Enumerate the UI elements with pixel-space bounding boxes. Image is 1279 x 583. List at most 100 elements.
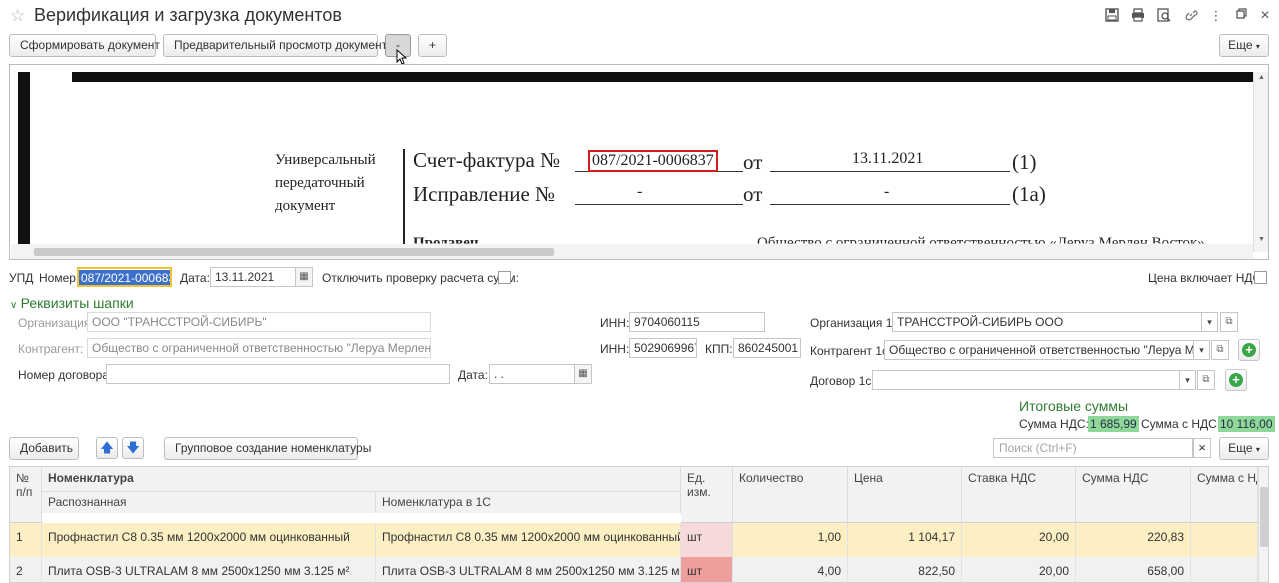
totals-title: Итоговые суммы <box>1019 398 1129 414</box>
cell-vat-rate[interactable]: 20,00 <box>962 557 1076 582</box>
col-header-price[interactable]: Цена <box>848 467 962 523</box>
correction-number: - <box>637 183 643 200</box>
save-icon[interactable] <box>1104 8 1120 24</box>
cell-nomenclature-1c[interactable]: Плита OSB-3 ULTRALAM 8 мм 2500x1250 мм 3… <box>376 557 681 582</box>
scroll-up-icon[interactable]: ▲ <box>1258 74 1265 81</box>
restore-icon[interactable] <box>1233 8 1249 24</box>
cell-nomenclature-1c[interactable]: Профнастил С8 0.35 мм 1200x2000 мм оцинк… <box>376 523 681 557</box>
date-input[interactable]: 13.11.2021 <box>210 267 296 287</box>
link-icon[interactable] <box>1183 8 1199 24</box>
organization-label: Организация: <box>18 316 94 330</box>
col-header-unit[interactable]: Ед. изм. <box>681 467 733 523</box>
disable-check-checkbox[interactable] <box>498 271 511 284</box>
requisites-section-toggle[interactable]: ∨ Реквизиты шапки <box>10 295 134 311</box>
table-more-button[interactable]: Еще ▾ <box>1219 437 1269 460</box>
table-row[interactable]: 1 Профнастил С8 0.35 мм 1200x2000 мм оци… <box>10 523 1268 557</box>
col-header-nomenclature[interactable]: Номенклатура <box>42 467 681 491</box>
cell-vat-rate[interactable]: 20,00 <box>962 523 1076 557</box>
cell-total[interactable] <box>1191 523 1258 557</box>
cell-price[interactable]: 1 104,17 <box>848 523 962 557</box>
total-label: Сумма с НДС: <box>1141 417 1221 431</box>
col-header-nomenclature-1c[interactable]: Номенклатура в 1С <box>376 491 681 513</box>
cell-recognized: Профнастил С8 0.35 мм 1200x2000 мм оцинк… <box>42 523 376 557</box>
add-contract-button[interactable]: + <box>1225 369 1247 391</box>
table-row[interactable]: 2 Плита OSB-3 ULTRALAM 8 мм 2500x1250 мм… <box>10 557 1268 582</box>
cell-no: 2 <box>10 557 42 582</box>
open-icon[interactable]: ⧉ <box>1220 312 1238 332</box>
col-header-text: Ед. <box>687 471 706 485</box>
underline <box>770 171 1010 172</box>
calendar-icon[interactable]: ▦ <box>295 267 313 287</box>
contractor-1c-select[interactable]: Общество с ограниченной ответственностью… <box>884 340 1194 360</box>
contract-date-input[interactable]: . . <box>489 364 575 384</box>
scroll-down-icon[interactable]: ▼ <box>1258 236 1265 243</box>
organization-1c-label: Организация 1с: <box>810 316 902 330</box>
favorite-star-icon[interactable]: ☆ <box>10 6 25 26</box>
open-icon[interactable]: ⧉ <box>1197 370 1215 390</box>
cell-vat-sum[interactable]: 220,83 <box>1076 523 1191 557</box>
generate-document-button[interactable]: Сформировать документ <box>9 34 160 57</box>
contract-number-label: Номер договора: <box>18 368 113 382</box>
add-row-button[interactable]: Добавить <box>9 437 79 460</box>
col-header-no[interactable]: № п/п <box>10 467 42 523</box>
cell-vat-sum[interactable]: 658,00 <box>1076 557 1191 582</box>
cell-price[interactable]: 822,50 <box>848 557 962 582</box>
contract-1c-select[interactable] <box>872 370 1180 390</box>
col-header-vat-sum[interactable]: Сумма НДС <box>1076 467 1191 523</box>
vertical-scrollbar[interactable]: ▲ ▼ <box>1253 72 1268 252</box>
correction-label: Исправление № <box>413 182 556 206</box>
number-value: 087/2021-000683 <box>79 270 170 285</box>
invoice-label: Счет-фактура № <box>413 148 561 172</box>
horizontal-scrollbar-thumb[interactable] <box>34 248 554 256</box>
chevron-down-icon[interactable]: ▾ <box>1202 312 1218 332</box>
scan-edge <box>72 72 1254 82</box>
doc-type-line: Универсальный <box>275 152 376 168</box>
section-title: Реквизиты шапки <box>20 295 134 311</box>
clear-search-button[interactable]: × <box>1193 438 1211 458</box>
preview-document-button[interactable]: Предварительный просмотр документа <box>163 34 394 57</box>
line-code: (1а) <box>1012 182 1046 206</box>
chevron-down-icon[interactable]: ▾ <box>1180 370 1196 390</box>
inn-label: ИНН: <box>600 342 630 356</box>
table-scrollbar-thumb[interactable] <box>1260 487 1268 547</box>
cell-qty[interactable]: 1,00 <box>733 523 848 557</box>
plus-icon: + <box>1242 343 1256 357</box>
doc-type-line: передаточный <box>275 175 365 191</box>
number-input[interactable]: 087/2021-000683 <box>77 267 172 287</box>
search-input[interactable]: Поиск (Ctrl+F) <box>993 438 1193 458</box>
add-contractor-button[interactable]: + <box>1238 339 1260 361</box>
items-table[interactable]: № п/п Номенклатура Распознанная Номенкла… <box>9 466 1269 583</box>
contractor-field: Общество с ограниченной ответственностью… <box>87 338 431 358</box>
close-icon[interactable]: × <box>1257 8 1273 24</box>
group-create-nomenclature-button[interactable]: Групповое создание номенклатуры <box>164 437 371 460</box>
move-up-icon[interactable]: 🡅 <box>96 437 118 459</box>
vat-included-checkbox[interactable] <box>1254 271 1267 284</box>
open-icon[interactable]: ⧉ <box>1211 340 1229 360</box>
correction-date: - <box>884 183 890 200</box>
col-header-recognized[interactable]: Распознанная <box>42 491 376 513</box>
cell-unit[interactable]: шт <box>681 557 733 582</box>
underline <box>770 204 1010 205</box>
preview-icon[interactable] <box>1156 8 1172 24</box>
move-down-icon[interactable]: 🡇 <box>122 437 144 459</box>
inn-field[interactable]: 9704060115 <box>629 312 765 332</box>
cell-qty[interactable]: 4,00 <box>733 557 848 582</box>
zoom-in-button[interactable]: + <box>418 34 447 57</box>
col-header-text: п/п <box>16 485 33 499</box>
print-icon[interactable] <box>1130 8 1146 24</box>
more-vertical-icon[interactable]: ⋮ <box>1208 8 1224 24</box>
inn-field[interactable]: 5029069967 <box>629 338 697 358</box>
cell-unit[interactable]: шт <box>681 523 733 557</box>
chevron-down-icon[interactable]: ▾ <box>1194 340 1210 360</box>
organization-1c-select[interactable]: ТРАНССТРОЙ-СИБИРЬ ООО <box>892 312 1202 332</box>
more-button[interactable]: Еще ▾ <box>1219 34 1269 57</box>
document-preview[interactable]: Универсальный передаточный документ Счет… <box>9 64 1269 260</box>
contract-number-input[interactable] <box>106 364 450 384</box>
col-header-qty[interactable]: Количество <box>733 467 848 523</box>
col-header-total[interactable]: Сумма с НД <box>1191 467 1258 523</box>
calendar-icon[interactable]: ▦ <box>574 364 592 384</box>
col-header-vat-rate[interactable]: Ставка НДС <box>962 467 1076 523</box>
cell-total[interactable] <box>1191 557 1258 582</box>
kpp-label: КПП: <box>705 342 733 356</box>
kpp-field[interactable]: 860245001 <box>733 338 801 358</box>
